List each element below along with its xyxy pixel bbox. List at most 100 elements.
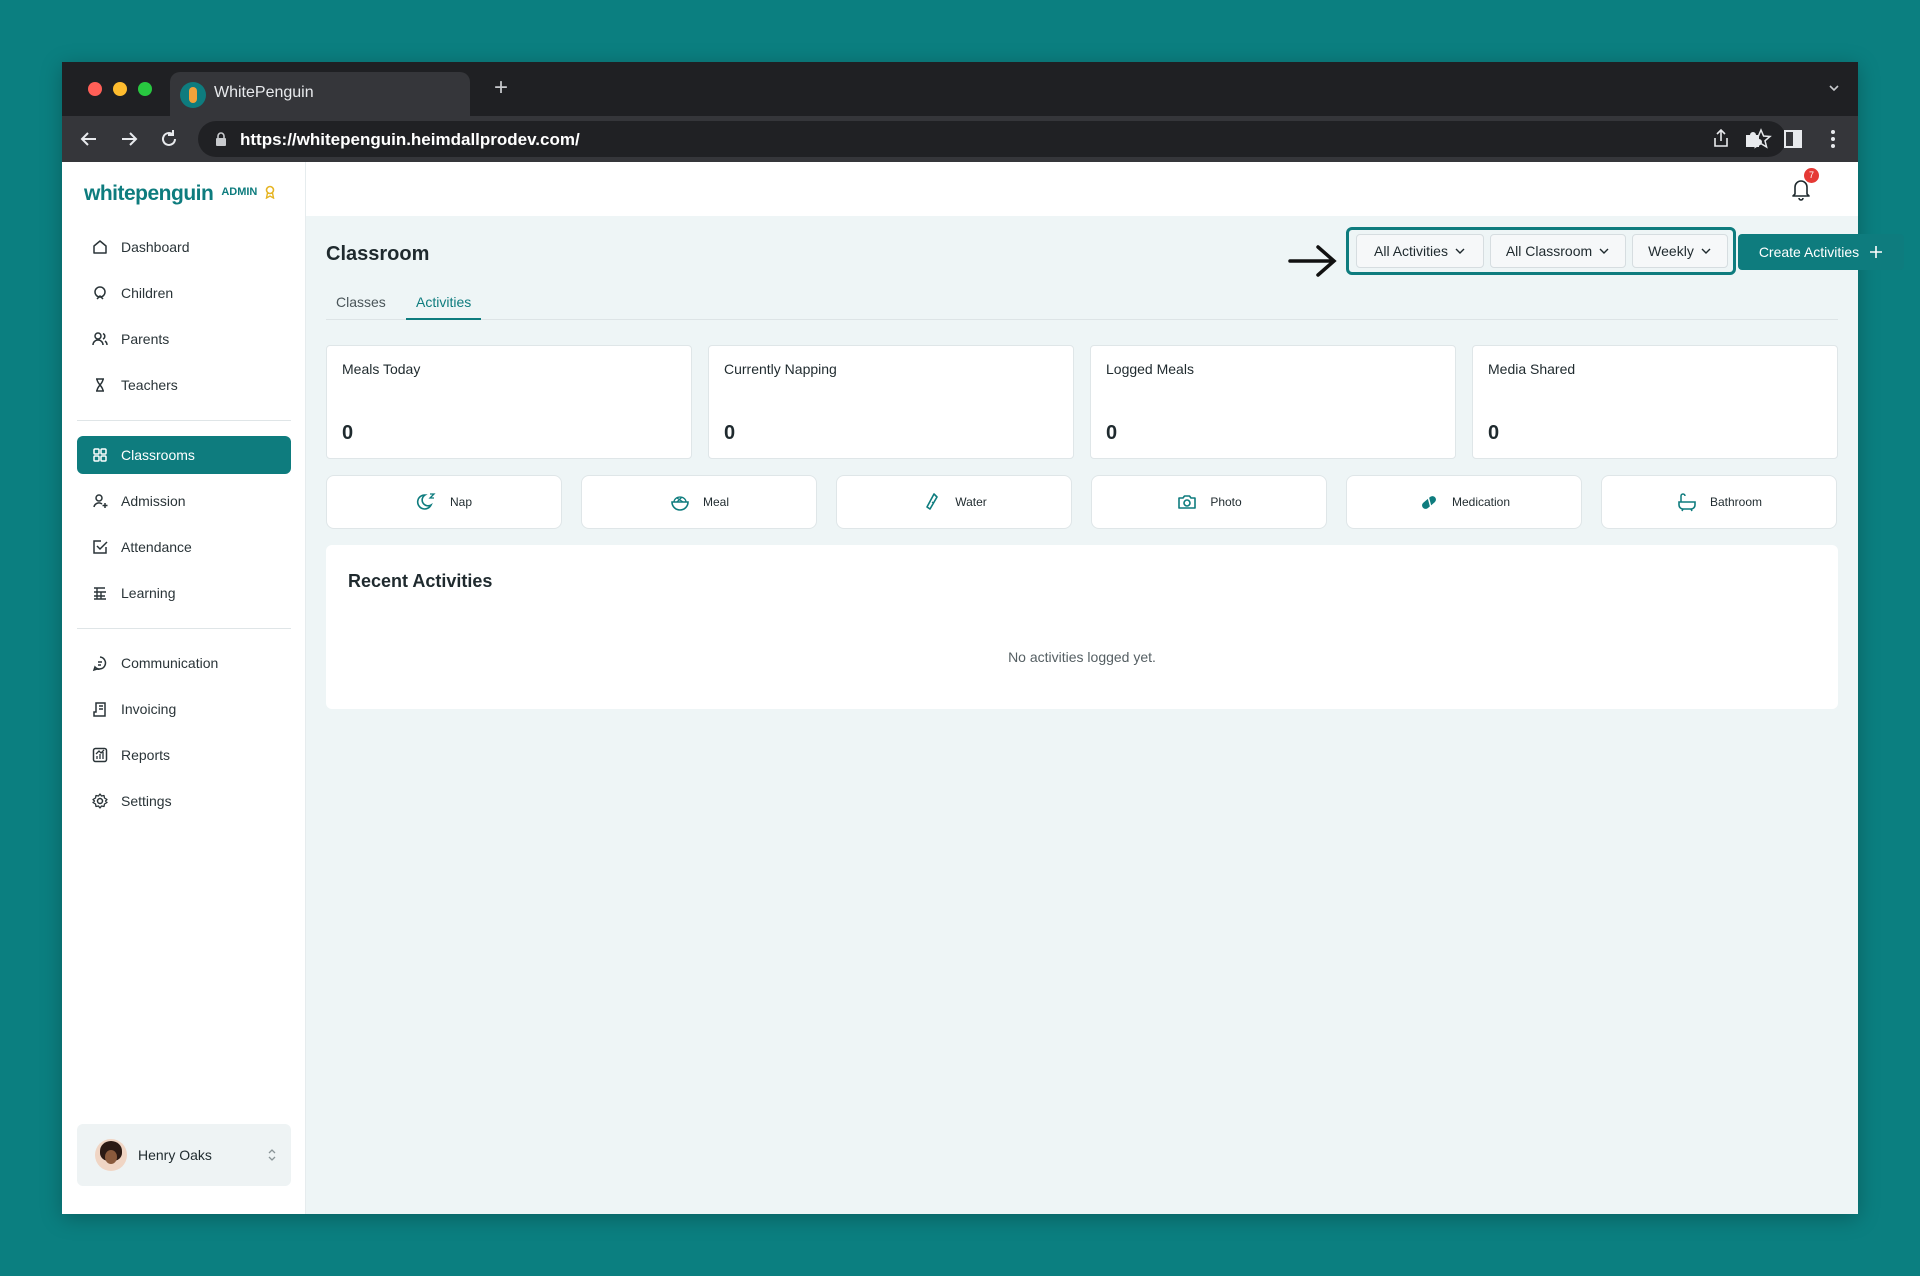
sidebar-item-label: Dashboard <box>121 239 190 255</box>
meal-action-button[interactable]: Meal <box>581 475 817 529</box>
action-label: Water <box>955 495 987 509</box>
bottle-icon <box>926 493 939 510</box>
sidebar-item-label: Children <box>121 285 174 301</box>
browser-window: WhitePenguin + https://whitepenguin.heim… <box>62 62 1904 1214</box>
stat-card-media-shared: Media Shared 0 <box>1472 345 1838 459</box>
stat-label: Logged Meals <box>1106 361 1194 377</box>
sidebar-item-invoicing[interactable]: Invoicing <box>77 690 291 728</box>
sidebar-item-settings[interactable]: Settings <box>77 782 291 820</box>
recent-activities-title: Recent Activities <box>348 571 493 591</box>
create-activities-button[interactable]: Create Activities <box>1738 234 1904 270</box>
forward-arrow-icon[interactable] <box>116 126 142 152</box>
stat-label: Meals Today <box>342 361 421 377</box>
sidebar-item-label: Admission <box>121 493 186 509</box>
action-label: Medication <box>1451 495 1511 509</box>
page-title: Classroom <box>326 243 430 265</box>
stat-value: 0 <box>1488 422 1500 444</box>
sidebar-item-dashboard[interactable]: Dashboard <box>77 228 291 266</box>
period-filter-dropdown[interactable]: Weekly <box>1632 234 1728 268</box>
empty-state-message: No activities logged yet. <box>1008 649 1156 665</box>
app-root: whitepenguin ADMIN Dashboard Children Pa… <box>62 162 1904 1214</box>
share-icon[interactable] <box>1708 126 1734 152</box>
camera-icon <box>1178 495 1197 509</box>
stat-value: 0 <box>342 422 354 444</box>
plus-icon <box>1870 246 1883 258</box>
user-menu[interactable]: Henry Oaks <box>77 1124 291 1186</box>
sidebar-item-label: Communication <box>121 655 219 671</box>
create-activities-label: Create Activities <box>1758 244 1860 260</box>
dropdown-value: Weekly <box>1648 243 1694 259</box>
browser-toolbar: https://whitepenguin.heimdallprodev.com/ <box>62 116 1858 162</box>
back-arrow-icon[interactable] <box>76 126 102 152</box>
chevron-up-down-icon <box>268 1149 276 1161</box>
notification-badge: 7 <box>1804 168 1819 183</box>
sidebar-item-label: Classrooms <box>121 447 195 463</box>
photo-action-button[interactable]: Photo <box>1091 475 1327 529</box>
tab-activities[interactable]: Activities <box>406 294 482 320</box>
sidebar: whitepenguin ADMIN Dashboard Children Pa… <box>62 162 306 1214</box>
action-label: Meal <box>702 495 729 509</box>
tab-classes[interactable]: Classes <box>336 294 386 320</box>
child-icon <box>94 286 106 300</box>
award-icon <box>265 185 275 199</box>
sidebar-item-label: Settings <box>121 793 172 809</box>
sidebar-item-children[interactable]: Children <box>77 274 291 312</box>
brand-logo[interactable]: whitepenguin ADMIN <box>84 180 277 208</box>
new-tab-button[interactable]: + <box>494 76 508 100</box>
checkbox-icon <box>93 540 108 554</box>
nap-action-button[interactable]: Nap <box>326 475 562 529</box>
gear-icon <box>92 793 108 809</box>
sidebar-item-label: Reports <box>121 747 171 763</box>
sidebar-item-admission[interactable]: Admission <box>77 482 291 520</box>
reload-icon[interactable] <box>156 126 182 152</box>
invoice-icon <box>93 702 106 717</box>
sidebar-item-label: Parents <box>121 331 170 347</box>
sidebar-item-parents[interactable]: Parents <box>77 320 291 358</box>
dropdown-value: All Classroom <box>1505 243 1593 259</box>
medication-action-button[interactable]: Medication <box>1346 475 1582 529</box>
classroom-filter-dropdown[interactable]: All Classroom <box>1490 234 1626 268</box>
sidebar-item-reports[interactable]: Reports <box>77 736 291 774</box>
stat-label: Currently Napping <box>724 361 837 377</box>
more-menu-icon[interactable] <box>1820 126 1846 152</box>
teacher-icon <box>96 378 104 392</box>
sidebar-item-communication[interactable]: Communication <box>77 644 291 682</box>
book-icon <box>94 587 106 600</box>
extensions-icon[interactable] <box>1740 126 1766 152</box>
stat-value: 0 <box>724 422 736 444</box>
main-content: Classroom All Activities All Classroom W… <box>306 216 1904 1214</box>
grid-icon <box>93 448 107 462</box>
activity-filter-dropdown[interactable]: All Activities <box>1356 234 1484 268</box>
moon-icon <box>416 493 436 510</box>
minimize-window-button[interactable] <box>113 82 127 96</box>
dropdown-value: All Activities <box>1374 243 1448 259</box>
users-icon <box>92 332 108 346</box>
address-bar[interactable]: https://whitepenguin.heimdallprodev.com/ <box>198 121 1786 157</box>
sidebar-item-attendance[interactable]: Attendance <box>77 528 291 566</box>
url-text: https://whitepenguin.heimdallprodev.com/ <box>240 130 580 149</box>
browser-tab[interactable]: WhitePenguin <box>170 72 470 116</box>
sidebar-item-classrooms[interactable]: Classrooms <box>77 436 291 474</box>
bathroom-action-button[interactable]: Bathroom <box>1601 475 1837 529</box>
user-name: Henry Oaks <box>138 1147 212 1163</box>
sidebar-divider <box>77 628 291 629</box>
chat-icon <box>92 656 107 672</box>
sidebar-divider <box>77 420 291 421</box>
side-panel-icon[interactable] <box>1780 126 1806 152</box>
page-tabs: Classes Activities <box>326 290 1838 320</box>
chevron-down-icon <box>1701 248 1711 254</box>
chart-icon <box>92 747 108 763</box>
sidebar-item-teachers[interactable]: Teachers <box>77 366 291 404</box>
user-add-icon <box>93 494 108 508</box>
chevron-down-icon <box>1599 248 1609 254</box>
sidebar-item-learning[interactable]: Learning <box>77 574 291 612</box>
stat-card-logged-meals: Logged Meals 0 <box>1090 345 1456 459</box>
maximize-window-button[interactable] <box>138 82 152 96</box>
sidebar-item-label: Attendance <box>121 539 192 555</box>
chevron-down-icon[interactable] <box>1828 82 1840 94</box>
action-label: Bathroom <box>1709 495 1763 509</box>
browser-tab-title: WhitePenguin <box>214 84 314 101</box>
water-action-button[interactable]: Water <box>836 475 1072 529</box>
action-label: Nap <box>449 495 472 509</box>
close-window-button[interactable] <box>88 82 102 96</box>
